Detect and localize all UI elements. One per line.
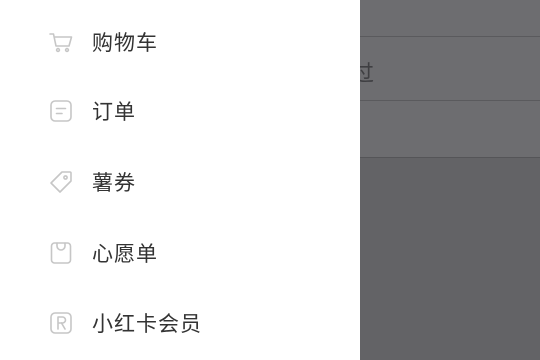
order-icon <box>48 98 74 124</box>
menu-item-label: 订单 <box>92 100 136 124</box>
menu-item-label: 购物车 <box>92 31 158 55</box>
coupon-tag-icon <box>48 169 74 195</box>
menu-item-label: 薯券 <box>92 171 136 195</box>
wishlist-bag-icon <box>48 240 74 266</box>
menu-item-label: 心愿单 <box>92 242 158 266</box>
cart-icon <box>48 29 74 55</box>
screen: 过 购物车 订单 薯券 心愿单 小红卡会员 <box>0 0 540 360</box>
menu-item-label: 小红卡会员 <box>92 312 202 336</box>
side-drawer-menu: 购物车 订单 薯券 心愿单 小红卡会员 <box>0 0 360 360</box>
menu-item-wishlist[interactable]: 心愿单 <box>0 228 360 278</box>
membership-r-icon <box>48 310 74 336</box>
menu-item-cart[interactable]: 购物车 <box>0 17 360 67</box>
menu-item-membership[interactable]: 小红卡会员 <box>0 298 360 348</box>
menu-item-coupons[interactable]: 薯券 <box>0 157 360 207</box>
menu-item-orders[interactable]: 订单 <box>0 86 360 136</box>
